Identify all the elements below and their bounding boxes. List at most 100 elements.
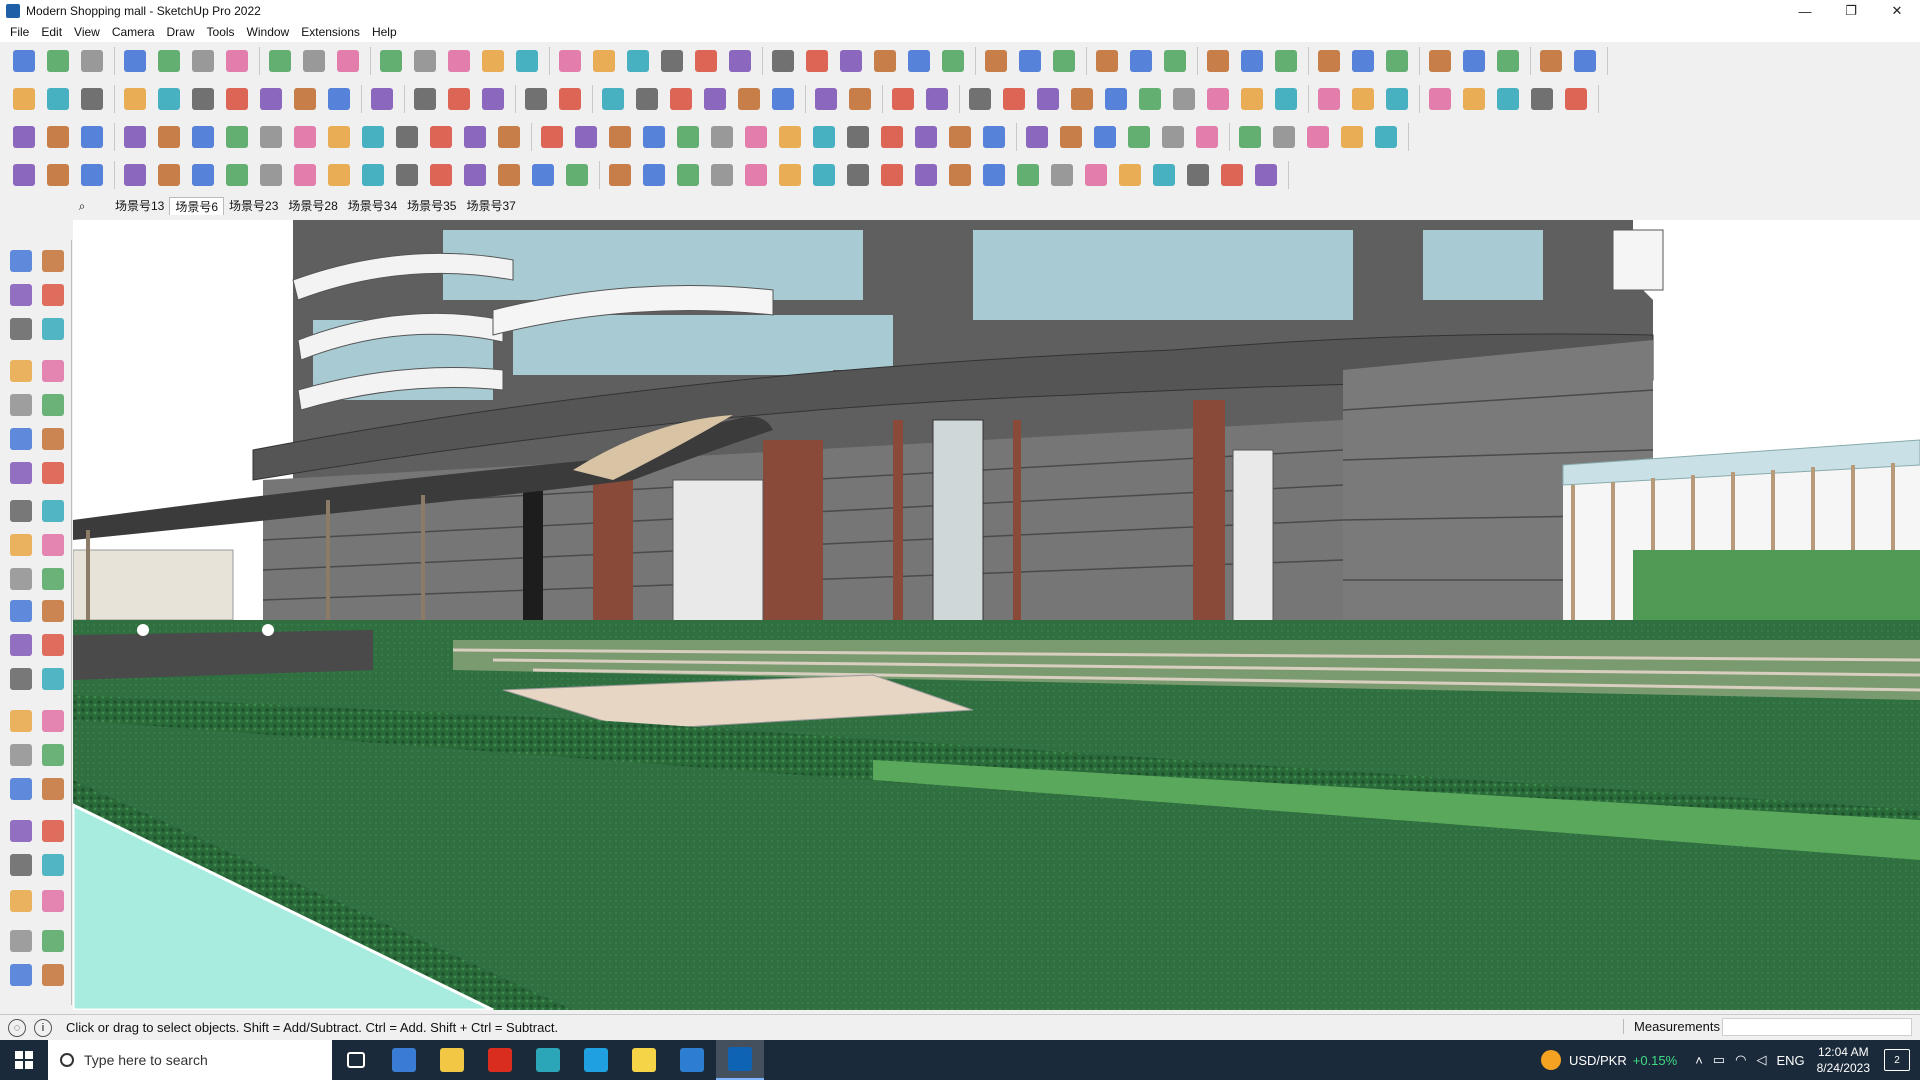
component-icon[interactable] <box>477 83 509 115</box>
eraser-icon[interactable] <box>1347 83 1379 115</box>
zoom-icon[interactable] <box>323 83 355 115</box>
sandbox-icon[interactable] <box>357 159 389 191</box>
component-icon[interactable] <box>1012 159 1044 191</box>
solid-tools-icon[interactable] <box>391 121 423 153</box>
rectangle-icon[interactable] <box>835 45 867 77</box>
paint-bucket-icon[interactable] <box>1091 45 1123 77</box>
menu-camera[interactable]: Camera <box>106 25 161 39</box>
zoom-icon[interactable] <box>1202 45 1234 77</box>
sticky-notes-icon[interactable] <box>620 1040 668 1080</box>
rectangle-icon[interactable] <box>1424 83 1456 115</box>
rectangle-icon[interactable] <box>119 45 151 77</box>
dimension-icon[interactable] <box>38 630 68 660</box>
calculator-icon[interactable] <box>380 1040 428 1080</box>
paint-bucket-icon[interactable] <box>76 121 108 153</box>
eraser-icon[interactable] <box>42 45 74 77</box>
zoom-icon[interactable] <box>477 45 509 77</box>
component-icon[interactable] <box>1202 83 1234 115</box>
zoom-icon[interactable] <box>1066 83 1098 115</box>
text-icon[interactable] <box>42 159 74 191</box>
menu-tools[interactable]: Tools <box>201 25 241 39</box>
shadow-icon[interactable] <box>443 83 475 115</box>
shadow-icon[interactable] <box>978 159 1010 191</box>
shadow-icon[interactable] <box>1313 45 1345 77</box>
text-icon[interactable] <box>187 83 219 115</box>
sandbox-icon[interactable] <box>520 83 552 115</box>
offset-icon[interactable] <box>38 596 68 626</box>
geo-location-icon[interactable]: ◌ <box>8 1018 26 1037</box>
protractor-icon[interactable] <box>6 664 36 694</box>
select-tool-icon[interactable] <box>425 121 457 153</box>
pencil-icon[interactable] <box>1182 159 1214 191</box>
pencil-icon[interactable] <box>1535 45 1567 77</box>
rotate-icon[interactable] <box>937 45 969 77</box>
menu-draw[interactable]: Draw <box>161 25 201 39</box>
sandbox-icon[interactable] <box>1381 45 1413 77</box>
file-explorer-icon[interactable] <box>428 1040 476 1080</box>
scale-icon[interactable] <box>119 83 151 115</box>
component-icon[interactable] <box>323 121 355 153</box>
scale-icon[interactable] <box>844 83 876 115</box>
solid-tools-icon[interactable] <box>1424 45 1456 77</box>
acrobat-icon[interactable] <box>476 1040 524 1080</box>
scene-tab[interactable]: 场景号13 <box>110 197 169 215</box>
orbit-icon[interactable] <box>998 83 1030 115</box>
menu-window[interactable]: Window <box>241 25 296 39</box>
move-icon[interactable] <box>604 159 636 191</box>
select-tool-icon[interactable] <box>597 83 629 115</box>
zoom-extents-icon[interactable] <box>511 45 543 77</box>
menu-view[interactable]: View <box>68 25 106 39</box>
eraser-icon[interactable] <box>459 159 491 191</box>
move-icon[interactable] <box>187 45 219 77</box>
scene-tab[interactable]: 场景号23 <box>224 197 283 215</box>
paint-bucket-icon[interactable] <box>221 83 253 115</box>
push-pull-icon[interactable] <box>570 121 602 153</box>
tape-measure-icon[interactable] <box>706 121 738 153</box>
rectangle-icon[interactable] <box>6 390 36 420</box>
solid-tools-icon[interactable] <box>690 45 722 77</box>
move-icon[interactable] <box>767 83 799 115</box>
orbit-icon[interactable] <box>119 159 151 191</box>
rotate-icon[interactable] <box>221 45 253 77</box>
pencil-icon[interactable] <box>493 121 525 153</box>
zoom-icon[interactable] <box>187 121 219 153</box>
zoom-icon[interactable] <box>876 121 908 153</box>
tape-measure-icon[interactable] <box>298 45 330 77</box>
rotate-icon[interactable] <box>76 83 108 115</box>
section-plane-icon[interactable] <box>409 83 441 115</box>
section-plane-icon[interactable] <box>944 159 976 191</box>
pencil-icon[interactable] <box>76 45 108 77</box>
move-icon[interactable] <box>604 121 636 153</box>
sandbox-icon[interactable] <box>6 926 36 956</box>
axes-icon[interactable] <box>6 706 36 736</box>
arc-icon[interactable] <box>6 458 36 488</box>
section-plane-icon[interactable] <box>38 886 68 916</box>
paint-bucket-icon[interactable] <box>964 83 996 115</box>
rotate-icon[interactable] <box>638 121 670 153</box>
drape-icon[interactable] <box>6 960 36 990</box>
tape-measure-icon[interactable] <box>6 630 36 660</box>
pan-icon[interactable] <box>443 45 475 77</box>
tape-measure-icon[interactable] <box>706 159 738 191</box>
push-pull-icon[interactable] <box>733 83 765 115</box>
maximize-button[interactable]: ❐ <box>1828 0 1874 22</box>
rotate-icon[interactable] <box>1526 83 1558 115</box>
language-indicator[interactable]: ENG <box>1776 1053 1804 1068</box>
select-tool-icon[interactable] <box>6 246 36 276</box>
pan-icon[interactable] <box>153 121 185 153</box>
section-plane-icon[interactable] <box>255 159 287 191</box>
section-plane-icon[interactable] <box>554 45 586 77</box>
follow-me-icon[interactable] <box>38 564 68 594</box>
solid-tools-icon[interactable] <box>1089 121 1121 153</box>
component-icon[interactable] <box>1021 121 1053 153</box>
scene-tab[interactable]: 场景号34 <box>343 197 402 215</box>
eraser-icon[interactable] <box>1492 45 1524 77</box>
select-tool-icon[interactable] <box>1313 83 1345 115</box>
two-point-arc-icon[interactable] <box>38 458 68 488</box>
zoom-icon[interactable] <box>876 159 908 191</box>
scale-icon[interactable] <box>1370 121 1402 153</box>
scale-icon[interactable] <box>672 159 704 191</box>
position-camera-icon[interactable] <box>6 886 36 916</box>
zoom-extents-icon[interactable] <box>1236 45 1268 77</box>
rotate-icon[interactable] <box>6 564 36 594</box>
